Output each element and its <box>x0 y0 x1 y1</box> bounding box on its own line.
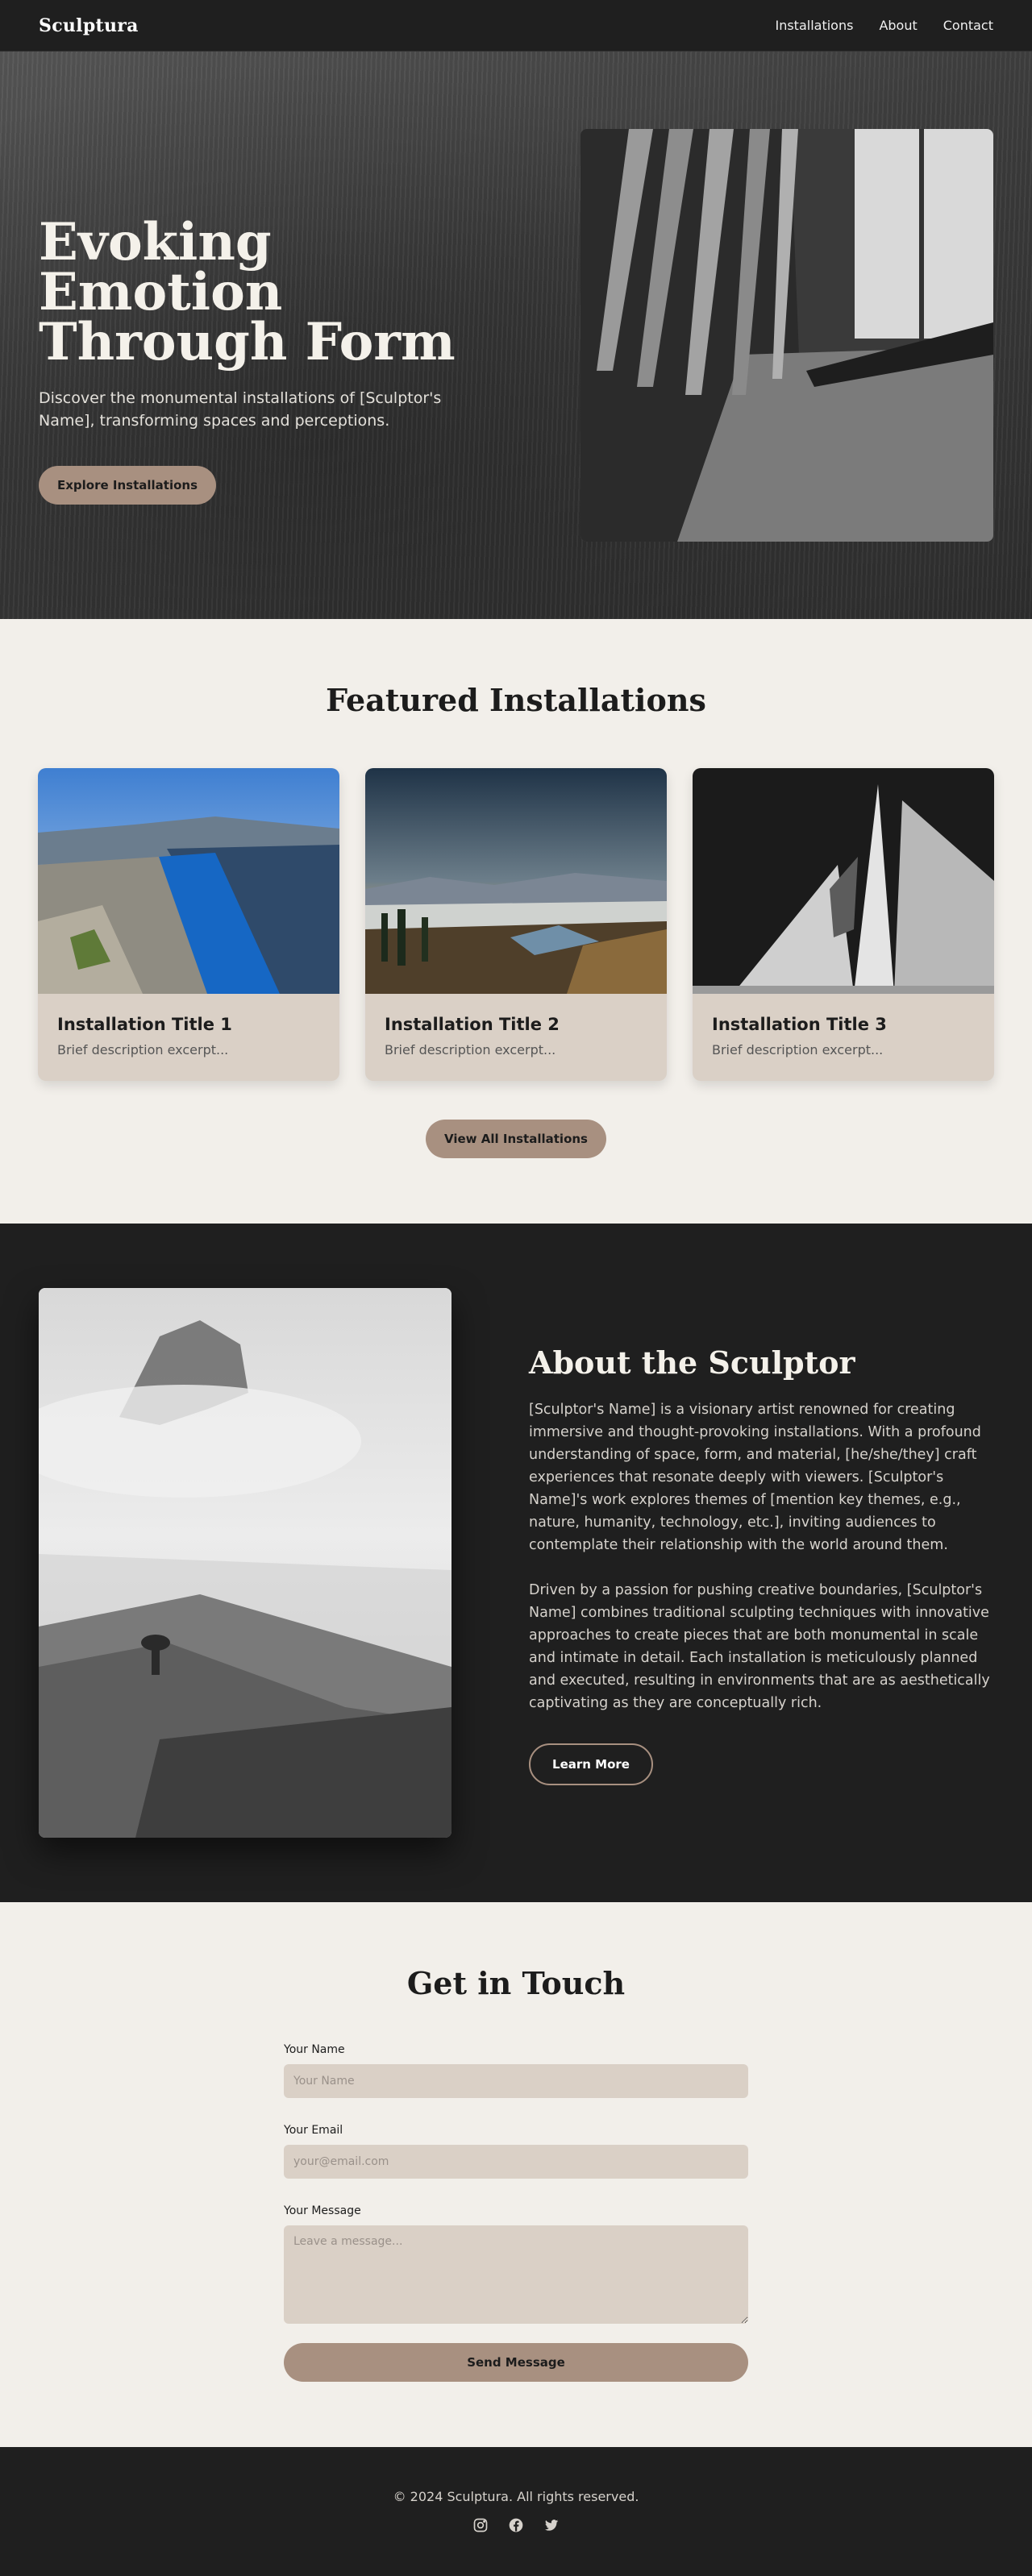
installation-image-3 <box>693 768 994 994</box>
copyright-text: © 2024 Sculptura. All rights reserved. <box>393 2489 639 2504</box>
about-sculptor-image <box>39 1288 452 1838</box>
featured-installations-section: Featured Installations Installation Titl… <box>0 619 1032 1224</box>
site-header: Sculptura Installations About Contact <box>0 0 1032 52</box>
about-section: About the Sculptor [Sculptor's Name] is … <box>0 1224 1032 1902</box>
installation-card-1[interactable]: Installation Title 1 Brief description e… <box>38 768 339 1081</box>
main-nav: Installations About Contact <box>775 18 993 33</box>
nav-contact[interactable]: Contact <box>943 18 993 33</box>
installation-desc-3: Brief description excerpt... <box>712 1042 884 1057</box>
hero-content: Evoking Emotion Through Form Discover th… <box>39 217 490 505</box>
installation-card-body-1: Installation Title 1 Brief description e… <box>38 994 339 1078</box>
email-input[interactable] <box>284 2145 748 2179</box>
fjord-illustration <box>38 768 339 994</box>
hero-sculpture-image <box>580 129 993 542</box>
contact-section: Get in Touch Your Name Your Email Your M… <box>0 1902 1032 2447</box>
sunset-valley-illustration <box>365 768 667 994</box>
installation-image-1 <box>38 768 339 994</box>
facebook-icon[interactable] <box>508 2517 524 2537</box>
installation-title-1: Installation Title 1 <box>57 1015 232 1034</box>
message-textarea[interactable] <box>284 2225 748 2324</box>
installation-desc-2: Brief description excerpt... <box>385 1042 556 1057</box>
email-label: Your Email <box>284 2124 343 2137</box>
hero-section: Evoking Emotion Through Form Discover th… <box>0 0 1032 619</box>
hero-sculpture-illustration <box>580 129 993 542</box>
instagram-icon[interactable] <box>472 2517 489 2537</box>
about-paragraph-2: Driven by a passion for pushing creative… <box>529 1582 990 1711</box>
message-label: Your Message <box>284 2204 361 2217</box>
installation-card-body-2: Installation Title 2 Brief description e… <box>365 994 667 1078</box>
installation-image-2 <box>365 768 667 994</box>
message-field-group: Your Message <box>284 2204 748 2324</box>
site-footer: © 2024 Sculptura. All rights reserved. <box>0 2447 1032 2576</box>
about-paragraph-1: [Sculptor's Name] is a visionary artist … <box>529 1402 981 1553</box>
contact-title: Get in Touch <box>406 1965 626 2001</box>
nav-installations[interactable]: Installations <box>775 18 853 33</box>
site-logo[interactable]: Sculptura <box>39 15 139 36</box>
explore-installations-button[interactable]: Explore Installations <box>39 466 216 505</box>
social-links <box>0 2517 1032 2537</box>
installation-card-3[interactable]: Installation Title 3 Brief description e… <box>693 768 994 1081</box>
hero-title-line-2: Through Form <box>39 312 456 372</box>
hero-title-line-1: Evoking Emotion <box>39 212 283 322</box>
twitter-icon[interactable] <box>543 2517 560 2537</box>
installation-card-body-3: Installation Title 3 Brief description e… <box>693 994 994 1078</box>
contact-form: Your Name Your Email Your Message Send M… <box>284 2043 748 2382</box>
about-title: About the Sculptor <box>529 1344 855 1381</box>
installation-title-3: Installation Title 3 <box>712 1015 887 1034</box>
learn-more-button[interactable]: Learn More <box>529 1743 653 1785</box>
installation-desc-1: Brief description excerpt... <box>57 1042 229 1057</box>
featured-title: Featured Installations <box>326 682 706 718</box>
email-field-group: Your Email <box>284 2124 748 2179</box>
hero-subtitle: Discover the monumental installations of… <box>39 389 442 430</box>
installation-title-2: Installation Title 2 <box>385 1015 560 1034</box>
installation-card-2[interactable]: Installation Title 2 Brief description e… <box>365 768 667 1081</box>
about-content: About the Sculptor [Sculptor's Name] is … <box>529 1344 993 1785</box>
hero-title: Evoking Emotion Through Form <box>39 217 490 368</box>
name-field-group: Your Name <box>284 2043 748 2098</box>
concrete-sculpture-illustration <box>693 768 994 994</box>
nav-about[interactable]: About <box>879 18 917 33</box>
installation-cards: Installation Title 1 Brief description e… <box>0 768 1032 1081</box>
send-message-button[interactable]: Send Message <box>284 2343 748 2382</box>
name-input[interactable] <box>284 2064 748 2098</box>
misty-mountain-illustration <box>39 1288 452 1838</box>
name-label: Your Name <box>284 2043 345 2056</box>
view-all-installations-button[interactable]: View All Installations <box>426 1120 606 1158</box>
